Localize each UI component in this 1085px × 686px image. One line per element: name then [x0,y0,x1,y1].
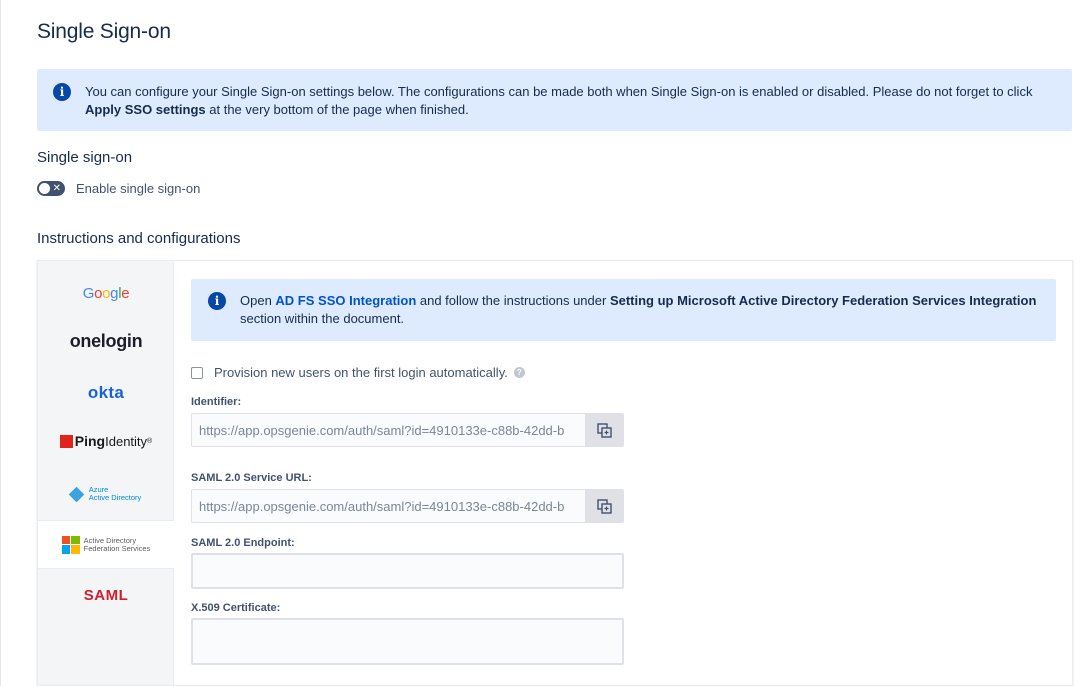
provider-adfs[interactable]: Active Directory Federation Services [38,520,174,569]
banner-bold-text: Apply SSO settings [85,101,206,117]
provider-list: Google onelogin okta Ping Identity ® Azure… [38,261,174,685]
copy-service-url-button[interactable] [585,490,623,522]
microsoft-grid-icon [61,535,80,554]
certificate-label: X.509 Certificate: [191,602,281,614]
okta-logo: okta [87,383,125,402]
instructions-section-title: Instructions and configurations [37,230,241,247]
trademark-mark: ® [147,437,153,445]
identifier-input[interactable] [192,414,586,446]
saml-logo: SAML [83,586,129,604]
adfs-logo: Active Directory Federation Services [61,535,151,554]
enable-sso-label: Enable single sign-on [76,181,201,196]
provider-ping[interactable]: Ping Identity ® [38,423,174,459]
page-left-border [0,0,1,686]
provider-azure[interactable]: Azure Active Directory [38,475,174,513]
provision-users-checkbox[interactable] [191,366,203,379]
google-logo: Google [82,284,130,302]
banner-bold-text: Setting up Microsoft Active Directory Fe… [609,293,1037,308]
banner-text-part: at the very bottom of the page when fini… [205,101,469,117]
endpoint-field [191,553,624,589]
service-url-input[interactable] [192,490,586,522]
endpoint-input[interactable] [193,555,622,587]
azure-logo-line2: Active Directory [88,493,142,502]
sso-section-title: Single sign-on [37,149,133,166]
ping-identity-logo: Ping Identity ® [59,433,153,449]
toggle-knob [39,183,50,194]
page-title: Single Sign-on [37,20,171,43]
info-icon: i [208,292,226,310]
provider-saml[interactable]: SAML [38,577,174,613]
provider-google[interactable]: Google [38,275,174,311]
adfs-info-banner: i Open AD FS SSO Integration and follow … [191,279,1056,341]
info-banner: i You can configure your Single Sign-on … [37,69,1072,131]
adfs-integration-link[interactable]: AD FS SSO Integration [275,293,416,308]
help-icon[interactable]: ? [513,367,525,378]
info-icon: i [53,83,71,101]
provision-users-row: Provision new users on the first login a… [191,365,525,380]
service-url-label: SAML 2.0 Service URL: [191,472,312,484]
certificate-input[interactable] [193,620,622,663]
onelogin-logo: onelogin [69,330,143,351]
banner-text-part: section within the document. [240,310,405,326]
adfs-logo-line2: Federation Services [83,543,151,553]
ping-logo-suffix: Identity [105,433,148,449]
copy-icon [596,498,612,514]
service-url-field [191,489,624,523]
endpoint-label: SAML 2.0 Endpoint: [191,537,295,549]
certificate-field [191,618,624,665]
azure-logo: Azure Active Directory [68,486,142,502]
banner-text-part: and follow the instructions under [416,293,610,308]
copy-identifier-button[interactable] [585,414,623,446]
banner-text-part: Open [240,293,276,308]
provider-config-content: i Open AD FS SSO Integration and follow … [191,261,1057,685]
copy-icon [596,422,612,438]
banner-text-part: You can configure your Single Sign-on se… [85,84,1033,99]
x-icon: ✕ [52,183,61,194]
identifier-field [191,413,624,447]
identifier-label: Identifier: [191,396,242,408]
provision-users-label: Provision new users on the first login a… [214,365,508,380]
provider-okta[interactable]: okta [38,375,174,411]
adfs-info-text: Open AD FS SSO Integration and follow th… [240,292,1050,327]
ping-logo-text: Ping [74,433,106,449]
ping-square-icon [59,434,73,448]
config-panel: Google onelogin okta Ping Identity ® Azure… [37,260,1073,686]
azure-diamond-icon [68,486,85,502]
enable-sso-toggle[interactable]: ✕ [37,181,65,196]
provider-onelogin[interactable]: onelogin [38,323,174,359]
info-banner-text: You can configure your Single Sign-on se… [85,83,1065,118]
